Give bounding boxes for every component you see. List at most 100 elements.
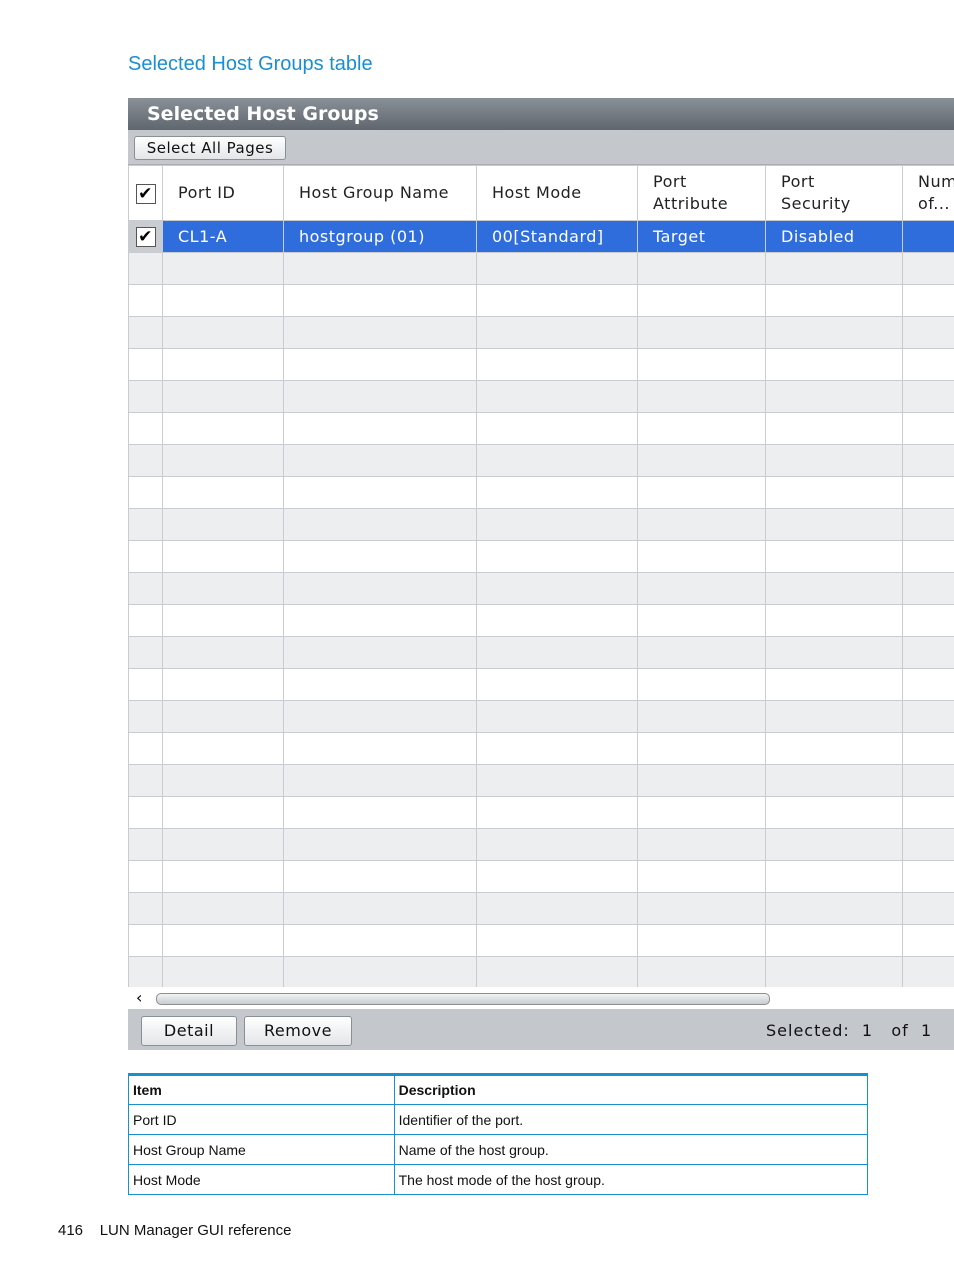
empty-row (128, 604, 954, 637)
empty-cell (162, 316, 284, 349)
empty-cell (128, 892, 163, 925)
description-header-description: Description (393, 1074, 869, 1105)
empty-cell (476, 540, 638, 573)
empty-cell (902, 444, 954, 477)
empty-cell (283, 380, 477, 413)
empty-cell (162, 284, 284, 317)
empty-cell (128, 508, 163, 541)
empty-row (128, 764, 954, 797)
column-header-host-mode[interactable]: Host Mode (476, 165, 638, 221)
row-checkbox-cell[interactable]: ✔ (128, 220, 163, 253)
empty-cell (128, 348, 163, 381)
selected-host-groups-panel: Selected Host Groups Select All Pages ✔ … (128, 98, 954, 1050)
select-all-checkbox-cell[interactable]: ✔ (128, 165, 163, 221)
empty-cell (902, 636, 954, 669)
empty-cell (765, 316, 903, 349)
empty-row (128, 860, 954, 893)
empty-cell (283, 892, 477, 925)
empty-cell (637, 892, 766, 925)
empty-cell (128, 380, 163, 413)
empty-cell (902, 284, 954, 317)
empty-cell (476, 284, 638, 317)
empty-cell (128, 764, 163, 797)
empty-cell (476, 412, 638, 445)
empty-cell (283, 316, 477, 349)
empty-cell (162, 604, 284, 637)
cell-host-group-name: hostgroup (01) (283, 220, 477, 253)
empty-cell (765, 860, 903, 893)
empty-cell (902, 572, 954, 605)
row-checkbox-icon[interactable]: ✔ (135, 226, 156, 247)
empty-cell (162, 636, 284, 669)
column-header-port-attribute[interactable]: Port Attribute (637, 165, 766, 221)
empty-cell (902, 764, 954, 797)
empty-cell (162, 540, 284, 573)
empty-cell (637, 316, 766, 349)
empty-row (128, 348, 954, 381)
empty-cell (128, 604, 163, 637)
header-checkbox-icon[interactable]: ✔ (135, 183, 156, 204)
empty-cell (128, 828, 163, 861)
description-item: Port ID (128, 1104, 395, 1135)
empty-cell (637, 732, 766, 765)
empty-row (128, 892, 954, 925)
empty-cell (283, 764, 477, 797)
empty-cell (283, 252, 477, 285)
empty-cell (283, 476, 477, 509)
remove-button[interactable]: Remove (244, 1016, 352, 1046)
empty-row (128, 924, 954, 957)
empty-cell (765, 508, 903, 541)
empty-cell (765, 284, 903, 317)
section-heading: Selected Host Groups table (128, 53, 373, 75)
empty-cell (637, 508, 766, 541)
empty-cell (765, 764, 903, 797)
column-header-port-security[interactable]: Port Security (765, 165, 903, 221)
empty-cell (637, 540, 766, 573)
host-groups-grid: ✔ Port ID Host Group Name Host Mode Port… (128, 165, 954, 987)
empty-cell (902, 924, 954, 957)
empty-cell (162, 348, 284, 381)
detail-button[interactable]: Detail (141, 1016, 237, 1046)
scroll-left-arrow-icon[interactable]: ‹ (136, 987, 142, 1009)
table-row: Host Group Name Name of the host group. (128, 1134, 869, 1165)
horizontal-scrollbar[interactable]: ‹ (128, 987, 954, 1009)
empty-row (128, 284, 954, 317)
empty-cell (637, 604, 766, 637)
table-row[interactable]: ✔ CL1-A hostgroup (01) 00[Standard] Targ… (128, 220, 954, 253)
empty-cell (128, 796, 163, 829)
empty-cell (902, 700, 954, 733)
empty-cell (765, 924, 903, 957)
empty-row (128, 956, 954, 987)
empty-cell (476, 828, 638, 861)
empty-cell (902, 508, 954, 541)
empty-cell (902, 956, 954, 987)
empty-cell (902, 828, 954, 861)
empty-cell (765, 956, 903, 987)
empty-cell (476, 508, 638, 541)
cell-host-mode: 00[Standard] (476, 220, 638, 253)
column-header-number-of[interactable]: Num of... (902, 165, 954, 221)
empty-row (128, 828, 954, 861)
panel-bottom-bar: Detail Remove Selected: 1 of 1 (128, 1009, 954, 1050)
empty-cell (637, 284, 766, 317)
empty-cell (765, 444, 903, 477)
empty-row (128, 412, 954, 445)
empty-cell (637, 252, 766, 285)
column-header-port-id[interactable]: Port ID (162, 165, 284, 221)
empty-cell (128, 252, 163, 285)
empty-cell (283, 348, 477, 381)
empty-cell (902, 476, 954, 509)
empty-cell (637, 476, 766, 509)
empty-cell (476, 700, 638, 733)
column-header-host-group-name[interactable]: Host Group Name (283, 165, 477, 221)
description-item: Host Group Name (128, 1134, 395, 1165)
select-all-pages-button[interactable]: Select All Pages (134, 136, 286, 160)
empty-cell (162, 796, 284, 829)
empty-cell (128, 700, 163, 733)
empty-cell (476, 348, 638, 381)
panel-title: Selected Host Groups (128, 98, 954, 130)
empty-cell (128, 540, 163, 573)
scroll-thumb[interactable] (156, 993, 770, 1005)
empty-cell (637, 860, 766, 893)
empty-cell (637, 348, 766, 381)
